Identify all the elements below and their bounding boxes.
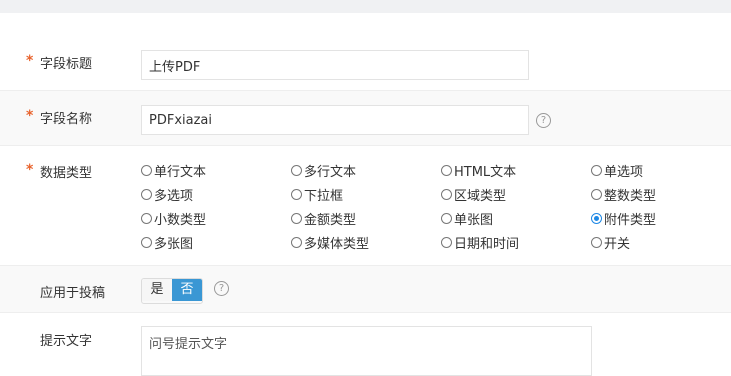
field-title-input[interactable] <box>141 50 529 80</box>
radio-button-checked[interactable] <box>591 212 602 224</box>
top-bar <box>0 0 731 13</box>
field-name-row: * 字段名称 ? <box>0 90 731 146</box>
radio-button[interactable] <box>141 164 152 176</box>
option-label: HTML文本 <box>454 164 517 180</box>
data-type-option-selected[interactable]: 附件类型 <box>591 208 656 228</box>
option-label: 多选项 <box>154 188 194 204</box>
data-type-option[interactable]: 多张图 <box>141 232 193 252</box>
radio-button[interactable] <box>441 236 452 248</box>
question-circle-icon[interactable]: ? <box>214 281 229 296</box>
data-type-option[interactable]: 小数类型 <box>141 208 206 228</box>
required-mark: * <box>26 162 34 178</box>
option-label: 多张图 <box>154 236 194 252</box>
data-type-option[interactable]: HTML文本 <box>441 160 516 180</box>
option-label: 金额类型 <box>304 212 357 228</box>
data-type-option[interactable]: 多选项 <box>141 184 193 204</box>
radio-button[interactable] <box>591 164 602 176</box>
yes-no-toggle[interactable]: 是 否 <box>141 278 203 304</box>
option-label: 小数类型 <box>154 212 207 228</box>
apply-submission-label: 应用于投稿 <box>40 286 106 301</box>
radio-button[interactable] <box>291 164 302 176</box>
radio-button[interactable] <box>291 212 302 224</box>
required-mark: * <box>26 108 34 124</box>
field-title-label: 字段标题 <box>40 57 93 72</box>
option-label: 多行文本 <box>304 164 357 180</box>
radio-button[interactable] <box>141 236 152 248</box>
yes-button[interactable]: 是 <box>142 279 172 301</box>
data-type-option[interactable]: 区域类型 <box>441 184 506 204</box>
option-label: 单选项 <box>604 164 644 180</box>
data-type-label: 数据类型 <box>40 166 93 181</box>
radio-button[interactable] <box>591 236 602 248</box>
option-label: 开关 <box>604 236 631 252</box>
required-mark: * <box>26 53 34 69</box>
data-type-option[interactable]: 金额类型 <box>291 208 356 228</box>
option-label: 单行文本 <box>154 164 207 180</box>
option-label: 多媒体类型 <box>304 236 370 252</box>
radio-button[interactable] <box>291 236 302 248</box>
radio-button[interactable] <box>441 164 452 176</box>
radio-button[interactable] <box>441 188 452 200</box>
option-label: 日期和时间 <box>454 236 520 252</box>
option-label: 单张图 <box>454 212 494 228</box>
data-type-option[interactable]: 单选项 <box>591 160 643 180</box>
option-label: 整数类型 <box>604 188 657 204</box>
data-type-option[interactable]: 开关 <box>591 232 630 252</box>
radio-button[interactable] <box>141 212 152 224</box>
data-type-option[interactable]: 多媒体类型 <box>291 232 369 252</box>
radio-button[interactable] <box>591 188 602 200</box>
field-name-label: 字段名称 <box>40 112 93 127</box>
data-type-option[interactable]: 多行文本 <box>291 160 356 180</box>
option-label: 区域类型 <box>454 188 507 204</box>
no-button[interactable]: 否 <box>172 279 202 301</box>
radio-button[interactable] <box>441 212 452 224</box>
radio-button[interactable] <box>291 188 302 200</box>
data-type-option[interactable]: 单行文本 <box>141 160 206 180</box>
data-type-option[interactable]: 日期和时间 <box>441 232 519 252</box>
data-type-option[interactable]: 单张图 <box>441 208 493 228</box>
field-name-input[interactable] <box>141 105 529 135</box>
radio-button[interactable] <box>141 188 152 200</box>
question-circle-icon[interactable]: ? <box>536 113 551 128</box>
hint-text-label: 提示文字 <box>40 334 93 349</box>
apply-submission-row <box>0 265 731 313</box>
data-type-row: * 数据类型 单行文本 多行文本 HTML文本 单选项 多选项 下拉框 区域类型… <box>0 145 731 266</box>
field-title-row: * 字段标题 <box>0 38 731 90</box>
option-label: 附件类型 <box>604 212 657 228</box>
data-type-option[interactable]: 整数类型 <box>591 184 656 204</box>
option-label: 下拉框 <box>304 188 344 204</box>
data-type-option[interactable]: 下拉框 <box>291 184 343 204</box>
